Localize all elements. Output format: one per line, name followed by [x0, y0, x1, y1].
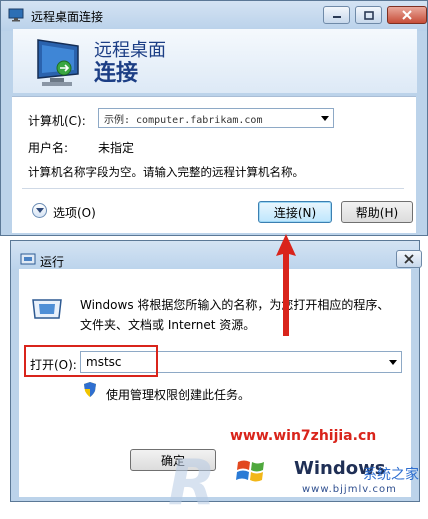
- divider: [22, 188, 404, 189]
- user-value: 未指定: [98, 141, 135, 155]
- options-toggle[interactable]: 选项(O): [53, 204, 96, 221]
- windows-logo-icon: [236, 460, 264, 482]
- minimize-icon: [332, 16, 341, 18]
- watermark-url: www.win7zhijia.cn: [230, 428, 377, 444]
- connect-button[interactable]: 连接(N): [258, 201, 332, 223]
- chevron-down-icon[interactable]: [321, 116, 329, 121]
- close-icon: [402, 10, 412, 20]
- run-titlebar[interactable]: [11, 241, 419, 269]
- remote-desktop-app-icon: [8, 8, 24, 22]
- uac-shield-icon: [84, 382, 96, 397]
- minimize-button[interactable]: [323, 6, 350, 24]
- computer-label: 计算机(C):: [28, 114, 86, 128]
- close-button[interactable]: [387, 6, 427, 24]
- maximize-button[interactable]: [355, 6, 382, 24]
- watermark-brand-suffix: 系统之家: [363, 467, 419, 483]
- close-icon: [404, 254, 414, 264]
- options-expand-icon[interactable]: [32, 203, 47, 218]
- run-program-icon: [32, 299, 62, 319]
- status-message: 计算机名称字段为空。请输入完整的远程计算机名称。: [28, 165, 304, 179]
- admin-note: 使用管理权限创建此任务。: [106, 388, 251, 402]
- remote-desktop-computer-icon: [37, 39, 79, 86]
- help-button[interactable]: 帮助(H): [341, 201, 413, 223]
- computer-combobox[interactable]: 示例: computer.fabrikam.com: [98, 108, 334, 128]
- run-window-title: 运行: [40, 255, 65, 269]
- maximize-icon: [363, 10, 374, 20]
- highlight-box: [24, 345, 158, 377]
- computer-placeholder: 示例: computer.fabrikam.com: [104, 115, 263, 126]
- run-close-button[interactable]: [396, 250, 422, 268]
- run-description-line1: Windows 将根据您所输入的名称，为您打开相应的程序、: [80, 298, 390, 312]
- rdc-window-controls: [323, 6, 427, 26]
- watermark-site: www.bjjmlv.com: [302, 484, 397, 495]
- run-app-icon: [20, 253, 36, 265]
- chevron-down-icon[interactable]: [389, 360, 397, 365]
- run-description-line2: 文件夹、文档或 Internet 资源。: [80, 318, 256, 332]
- rdc-window-title: 远程桌面连接: [31, 10, 104, 24]
- user-label: 用户名:: [28, 141, 69, 155]
- watermark-letter: R: [168, 446, 216, 519]
- red-arrow-annotation: [276, 234, 296, 336]
- rdc-banner-subtitle: 连接: [94, 61, 139, 86]
